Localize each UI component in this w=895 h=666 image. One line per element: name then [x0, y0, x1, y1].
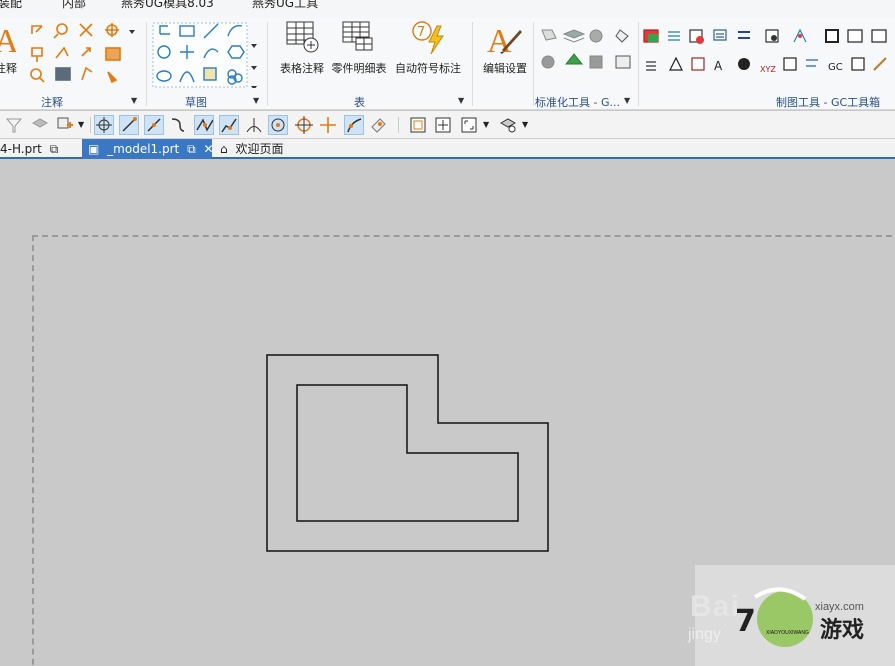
watermark-baidu: Bai [690, 590, 740, 623]
parts-list-button[interactable]: 零件明细表 [330, 20, 388, 80]
select-feature-icon[interactable] [55, 115, 75, 135]
edit-settings-button[interactable]: A 编辑设置 [478, 20, 532, 80]
selection-snap-bar: ▼ ▼ ▼ [0, 111, 895, 139]
ribbon-separator [472, 22, 473, 106]
group-label-gc-tools: 制图工具 - GC工具箱 [776, 96, 881, 109]
edit-settings-label: 编辑设置 [483, 62, 527, 75]
view-pan-icon[interactable] [433, 115, 453, 135]
cmd-separator [398, 117, 399, 133]
auto-balloon-label: 自动符号标注 [395, 62, 461, 75]
group-label-std-tools: 标准化工具 - G... [535, 96, 620, 109]
group-label-annotation: 注释 [41, 96, 63, 109]
svg-text:A: A [714, 59, 723, 73]
ribbon-separator [533, 22, 534, 106]
annotation-small-icons[interactable] [28, 22, 138, 88]
menu-tab-assembly[interactable]: 装配 [0, 0, 22, 11]
ribbon-separator [267, 22, 268, 106]
snap-endpoint-icon[interactable] [119, 115, 139, 135]
select-body-icon[interactable] [30, 115, 50, 135]
ribbon-separator [146, 22, 147, 106]
note-a-icon: A [0, 23, 16, 56]
doc-tab-model1[interactable]: ▣ _model1.prt ⧉ ✕ [82, 139, 214, 159]
auto-balloon-icon: 7 [412, 21, 444, 55]
nx-drafting-window: 装配 内部 燕秀UG模具8.03 燕秀UG工具 A 注释 注释 ▼ 草图 ▼ 表… [0, 0, 895, 666]
gc-tools-icons[interactable]: A XYZ GC [642, 26, 895, 78]
note-button[interactable]: A 注释 [0, 20, 18, 80]
svg-text:7: 7 [417, 25, 425, 40]
snap-midpoint-icon[interactable] [144, 115, 164, 135]
snap-arc-center-icon[interactable] [219, 115, 239, 135]
snap-control-point-icon[interactable] [168, 115, 188, 135]
parts-list-icon [342, 21, 373, 51]
doc-tab-label: 欢迎页面 [235, 142, 284, 156]
svg-text:7: 7 [735, 604, 756, 639]
watermark-jingyan: jingy [688, 626, 721, 643]
svg-text:A: A [487, 23, 512, 56]
tabular-note-label: 表格注释 [280, 62, 324, 75]
gc-icon-label: GC [828, 62, 843, 73]
group-label-sketch: 草图 [185, 96, 207, 109]
menu-bar: 装配 内部 燕秀UG模具8.03 燕秀UG工具 [0, 0, 895, 18]
doc-tab-label: _model1.prt [107, 142, 180, 156]
watermark-logo-icon: 7 [735, 587, 813, 647]
snap-point-icon[interactable] [94, 115, 114, 135]
view-frame-icon[interactable] [408, 115, 428, 135]
cmd-separator [90, 117, 91, 133]
parts-list-label: 零件明细表 [331, 62, 387, 75]
group-arrow-table-icon[interactable]: ▼ [458, 96, 464, 105]
edit-settings-icon: A [487, 23, 522, 56]
note-label: 注释 [0, 62, 17, 75]
view-fit-icon[interactable] [459, 115, 479, 135]
watermark-subtext: XIAOYOUXIWANG [766, 630, 809, 636]
snap-tangent-icon[interactable] [244, 115, 264, 135]
inner-l-profile[interactable] [296, 384, 519, 522]
home-icon: ⌂ [220, 142, 228, 156]
tabular-note-button[interactable]: 表格注释 [277, 20, 327, 80]
snap-point-on-curve-icon[interactable] [294, 115, 314, 135]
part-file-icon: ▣ [88, 142, 100, 156]
group-arrow-std-tools-icon[interactable]: ▼ [624, 96, 630, 105]
auto-balloon-button[interactable]: 7 自动符号标注 [393, 20, 463, 80]
render-style-dropdown-icon[interactable]: ▼ [522, 120, 542, 140]
group-label-table: 表 [354, 96, 365, 109]
menu-tab-yanxiu-tools[interactable]: 燕秀UG工具 [252, 0, 318, 11]
ribbon: A 注释 注释 ▼ 草图 ▼ 表格注释 零件明细表 7 自动符号标注 表 ▼ A… [0, 18, 895, 110]
snap-on-face-icon[interactable] [368, 115, 388, 135]
filter-icon[interactable] [4, 115, 24, 135]
doc-tab-welcome[interactable]: ⌂ 欢迎页面 [218, 139, 318, 159]
svg-text:A: A [0, 23, 16, 56]
menu-tab-internal[interactable]: 内部 [62, 0, 86, 11]
snap-on-curve-icon[interactable] [344, 115, 364, 135]
popout-icon[interactable]: ⧉ [187, 142, 196, 156]
snap-quadrant-icon[interactable] [268, 115, 288, 135]
ribbon-separator [638, 22, 639, 106]
menu-tab-yanxiu-mold[interactable]: 燕秀UG模具8.03 [121, 0, 214, 11]
group-arrow-sketch-icon[interactable]: ▼ [253, 96, 259, 105]
snap-existing-point-icon[interactable] [318, 115, 338, 135]
watermark-game-text: 游戏 [820, 618, 865, 643]
sketch-tools-gallery[interactable] [152, 22, 260, 88]
xyz-icon-label: XYZ [760, 65, 776, 74]
doc-tab-label: 4-H.prt [0, 142, 42, 156]
group-arrow-annotation-icon[interactable]: ▼ [131, 96, 137, 105]
popout-icon[interactable]: ⧉ [50, 142, 59, 156]
snap-intersection-icon[interactable] [194, 115, 214, 135]
document-tab-bar: 4-H.prt ⧉ ▣ _model1.prt ⧉ ✕ ⌂ 欢迎页面 [0, 139, 895, 159]
close-tab-icon[interactable]: ✕ [203, 142, 213, 156]
table-plus-icon [286, 21, 319, 53]
std-tools-icons[interactable] [538, 26, 636, 78]
doc-tab-4h[interactable]: 4-H.prt ⧉ [0, 139, 78, 159]
render-style-icon[interactable] [498, 115, 518, 135]
